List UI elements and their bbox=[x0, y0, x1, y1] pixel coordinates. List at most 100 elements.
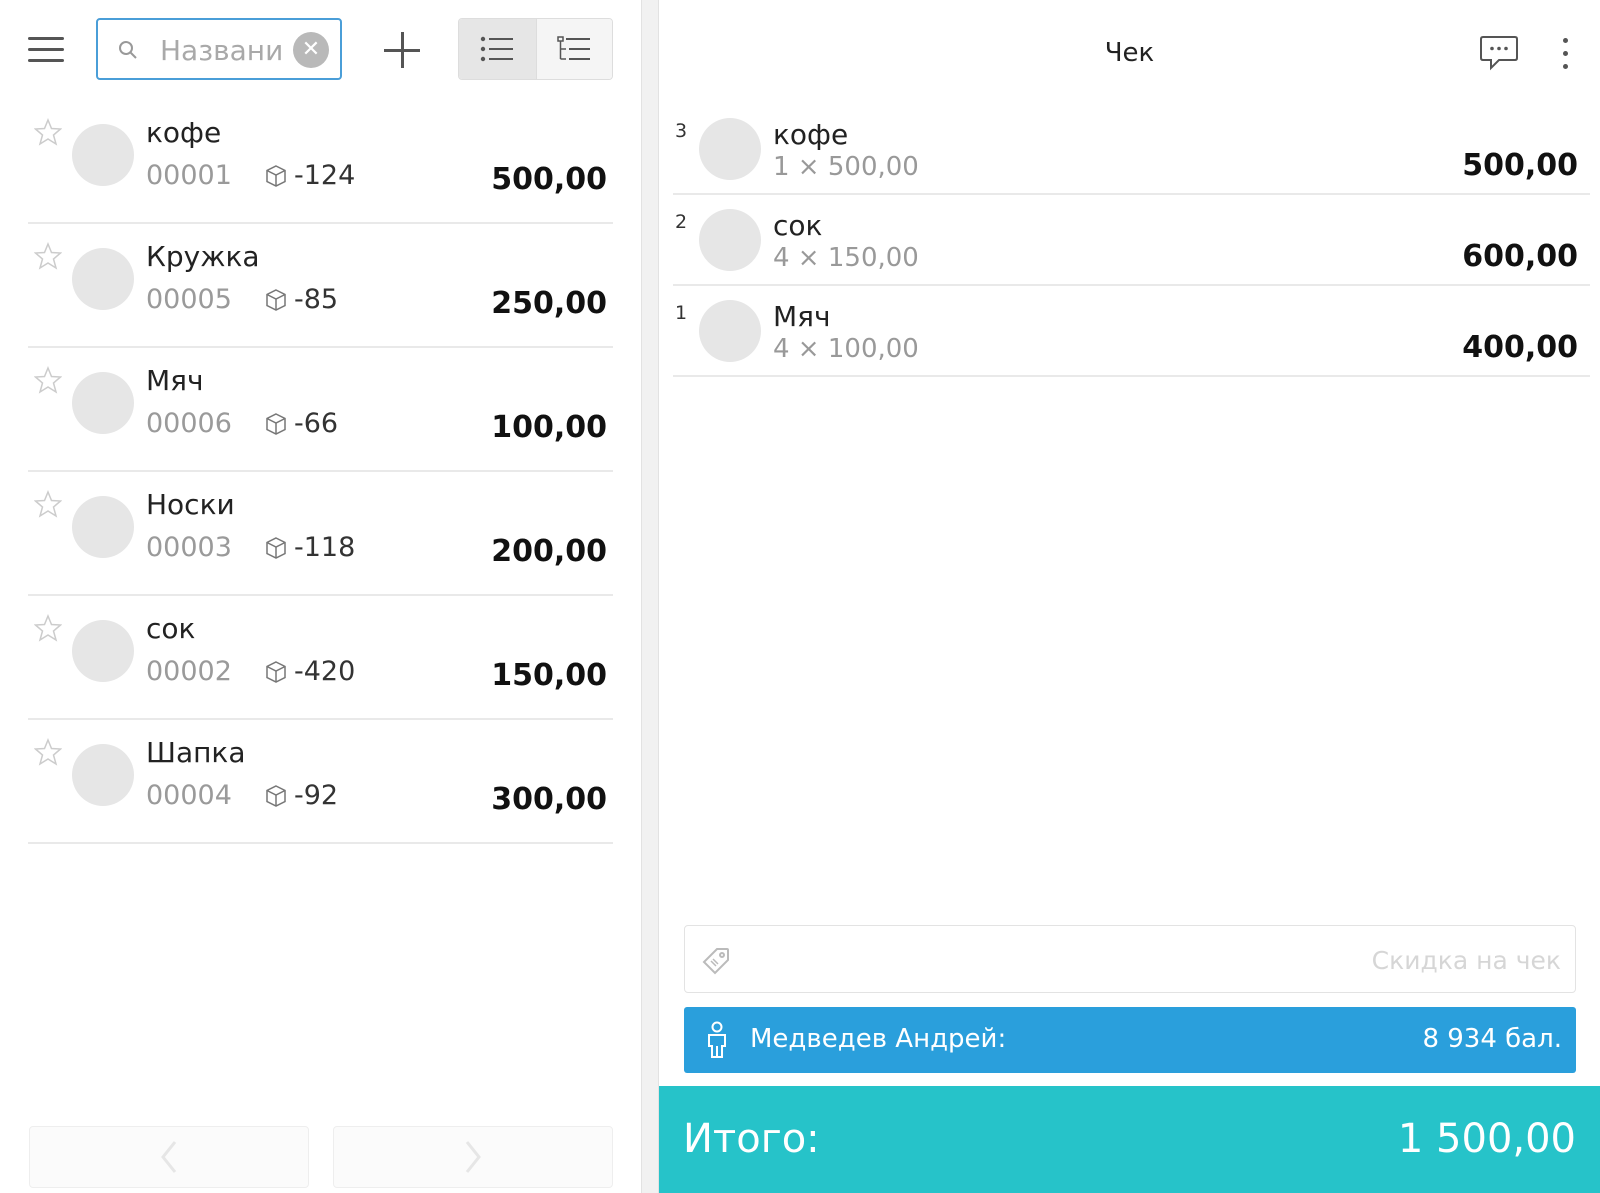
customer-name: Медведев Андрей: bbox=[750, 1024, 1007, 1054]
tag-icon bbox=[702, 948, 729, 975]
product-price: 300,00 bbox=[491, 782, 607, 817]
product-stock: -420 bbox=[264, 656, 355, 687]
product-price: 200,00 bbox=[491, 534, 607, 569]
product-list: кофе 00001 -124 500,00 Кружка 00005 -85 … bbox=[28, 100, 613, 844]
star-icon[interactable] bbox=[34, 738, 62, 766]
tree-list-icon bbox=[557, 36, 591, 60]
box-icon bbox=[266, 784, 286, 807]
product-stock: -92 bbox=[264, 780, 338, 811]
box-icon bbox=[266, 288, 286, 311]
product-stock-value: -420 bbox=[294, 656, 356, 687]
prev-page-button[interactable] bbox=[29, 1126, 309, 1188]
total-value: 1 500,00 bbox=[1397, 1116, 1576, 1162]
receipt-pane: Чек 3 кофе 1 × 500,00 500,00 2 сок 4 × 1… bbox=[659, 0, 1600, 1193]
product-toolbar: ✕ bbox=[0, 0, 641, 100]
product-stock-value: -85 bbox=[294, 284, 339, 315]
search-input[interactable] bbox=[160, 30, 288, 70]
search-box: ✕ bbox=[96, 18, 342, 80]
customer-points: 8 934 бал. bbox=[1422, 1024, 1562, 1054]
next-page-button[interactable] bbox=[333, 1126, 613, 1188]
product-image bbox=[72, 620, 134, 682]
product-name: Мяч bbox=[146, 364, 204, 397]
total-bar[interactable]: Итого: 1 500,00 bbox=[659, 1086, 1600, 1193]
star-icon[interactable] bbox=[34, 614, 62, 642]
receipt-header: Чек bbox=[659, 0, 1600, 104]
total-label: Итого: bbox=[683, 1116, 820, 1162]
product-stock-value: -124 bbox=[294, 160, 356, 191]
product-row[interactable]: кофе 00001 -124 500,00 bbox=[28, 100, 613, 224]
product-pane: ✕ bbox=[0, 0, 641, 1193]
product-code: 00001 bbox=[146, 160, 232, 191]
product-stock: -124 bbox=[264, 160, 355, 191]
chevron-right-icon bbox=[465, 1141, 481, 1173]
pane-divider[interactable] bbox=[641, 0, 659, 1193]
product-price: 100,00 bbox=[491, 410, 607, 445]
receipt-item-qty: 1 × 500,00 bbox=[773, 152, 919, 182]
star-icon[interactable] bbox=[34, 490, 62, 518]
star-icon[interactable] bbox=[34, 366, 62, 394]
hamburger-icon[interactable] bbox=[26, 34, 66, 66]
receipt-row-index: 2 bbox=[675, 211, 688, 233]
product-row[interactable]: Носки 00003 -118 200,00 bbox=[28, 472, 613, 596]
product-stock-value: -92 bbox=[294, 780, 339, 811]
receipt-item-image bbox=[699, 209, 761, 271]
receipt-item-image bbox=[699, 118, 761, 180]
receipt-row-index: 3 bbox=[675, 120, 688, 142]
discount-input[interactable] bbox=[745, 942, 1561, 978]
product-stock: -85 bbox=[264, 284, 338, 315]
receipt-row[interactable]: 1 Мяч 4 × 100,00 400,00 bbox=[673, 286, 1590, 377]
product-name: кофе bbox=[146, 116, 222, 149]
more-vertical-icon[interactable] bbox=[1555, 36, 1575, 72]
product-name: Носки bbox=[146, 488, 235, 521]
product-code: 00004 bbox=[146, 780, 232, 811]
product-price: 500,00 bbox=[491, 162, 607, 197]
search-icon bbox=[119, 41, 137, 59]
box-icon bbox=[266, 412, 286, 435]
plus-icon[interactable] bbox=[382, 30, 422, 70]
view-toggle bbox=[458, 18, 613, 80]
star-icon[interactable] bbox=[34, 242, 62, 270]
receipt-row[interactable]: 3 кофе 1 × 500,00 500,00 bbox=[673, 104, 1590, 195]
receipt-title: Чек bbox=[1104, 38, 1155, 68]
receipt-row-index: 1 bbox=[675, 302, 688, 324]
receipt-item-image bbox=[699, 300, 761, 362]
receipt-row[interactable]: 2 сок 4 × 150,00 600,00 bbox=[673, 195, 1590, 286]
list-view-button[interactable] bbox=[459, 19, 536, 79]
product-row[interactable]: Кружка 00005 -85 250,00 bbox=[28, 224, 613, 348]
product-code: 00002 bbox=[146, 656, 232, 687]
product-code: 00006 bbox=[146, 408, 232, 439]
receipt-item-qty: 4 × 150,00 bbox=[773, 243, 919, 273]
customer-bar[interactable]: Медведев Андрей: 8 934 бал. bbox=[684, 1007, 1576, 1073]
product-stock: -118 bbox=[264, 532, 355, 563]
product-image bbox=[72, 372, 134, 434]
box-icon bbox=[266, 536, 286, 559]
receipt-item-name: кофе bbox=[773, 118, 849, 151]
receipt-list: 3 кофе 1 × 500,00 500,00 2 сок 4 × 150,0… bbox=[673, 104, 1590, 377]
product-code: 00003 bbox=[146, 532, 232, 563]
product-row[interactable]: Мяч 00006 -66 100,00 bbox=[28, 348, 613, 472]
chevron-left-icon bbox=[161, 1141, 177, 1173]
product-stock: -66 bbox=[264, 408, 338, 439]
clear-icon[interactable]: ✕ bbox=[293, 32, 329, 68]
product-stock-value: -118 bbox=[294, 532, 356, 563]
product-price: 250,00 bbox=[491, 286, 607, 321]
tree-view-button[interactable] bbox=[535, 19, 612, 79]
product-stock-value: -66 bbox=[294, 408, 339, 439]
chat-icon[interactable] bbox=[1479, 34, 1519, 72]
product-row[interactable]: Шапка 00004 -92 300,00 bbox=[28, 720, 613, 844]
product-row[interactable]: сок 00002 -420 150,00 bbox=[28, 596, 613, 720]
discount-field bbox=[684, 925, 1576, 993]
receipt-item-sum: 600,00 bbox=[1462, 239, 1578, 274]
receipt-item-name: Мяч bbox=[773, 300, 831, 333]
receipt-item-sum: 500,00 bbox=[1462, 148, 1578, 183]
receipt-item-name: сок bbox=[773, 209, 823, 242]
receipt-item-qty: 4 × 100,00 bbox=[773, 334, 919, 364]
box-icon bbox=[266, 660, 286, 683]
product-image bbox=[72, 496, 134, 558]
product-name: Шапка bbox=[146, 736, 246, 769]
star-icon[interactable] bbox=[34, 118, 62, 146]
product-image bbox=[72, 124, 134, 186]
receipt-item-sum: 400,00 bbox=[1462, 330, 1578, 365]
product-image bbox=[72, 744, 134, 806]
person-icon bbox=[708, 1021, 726, 1058]
